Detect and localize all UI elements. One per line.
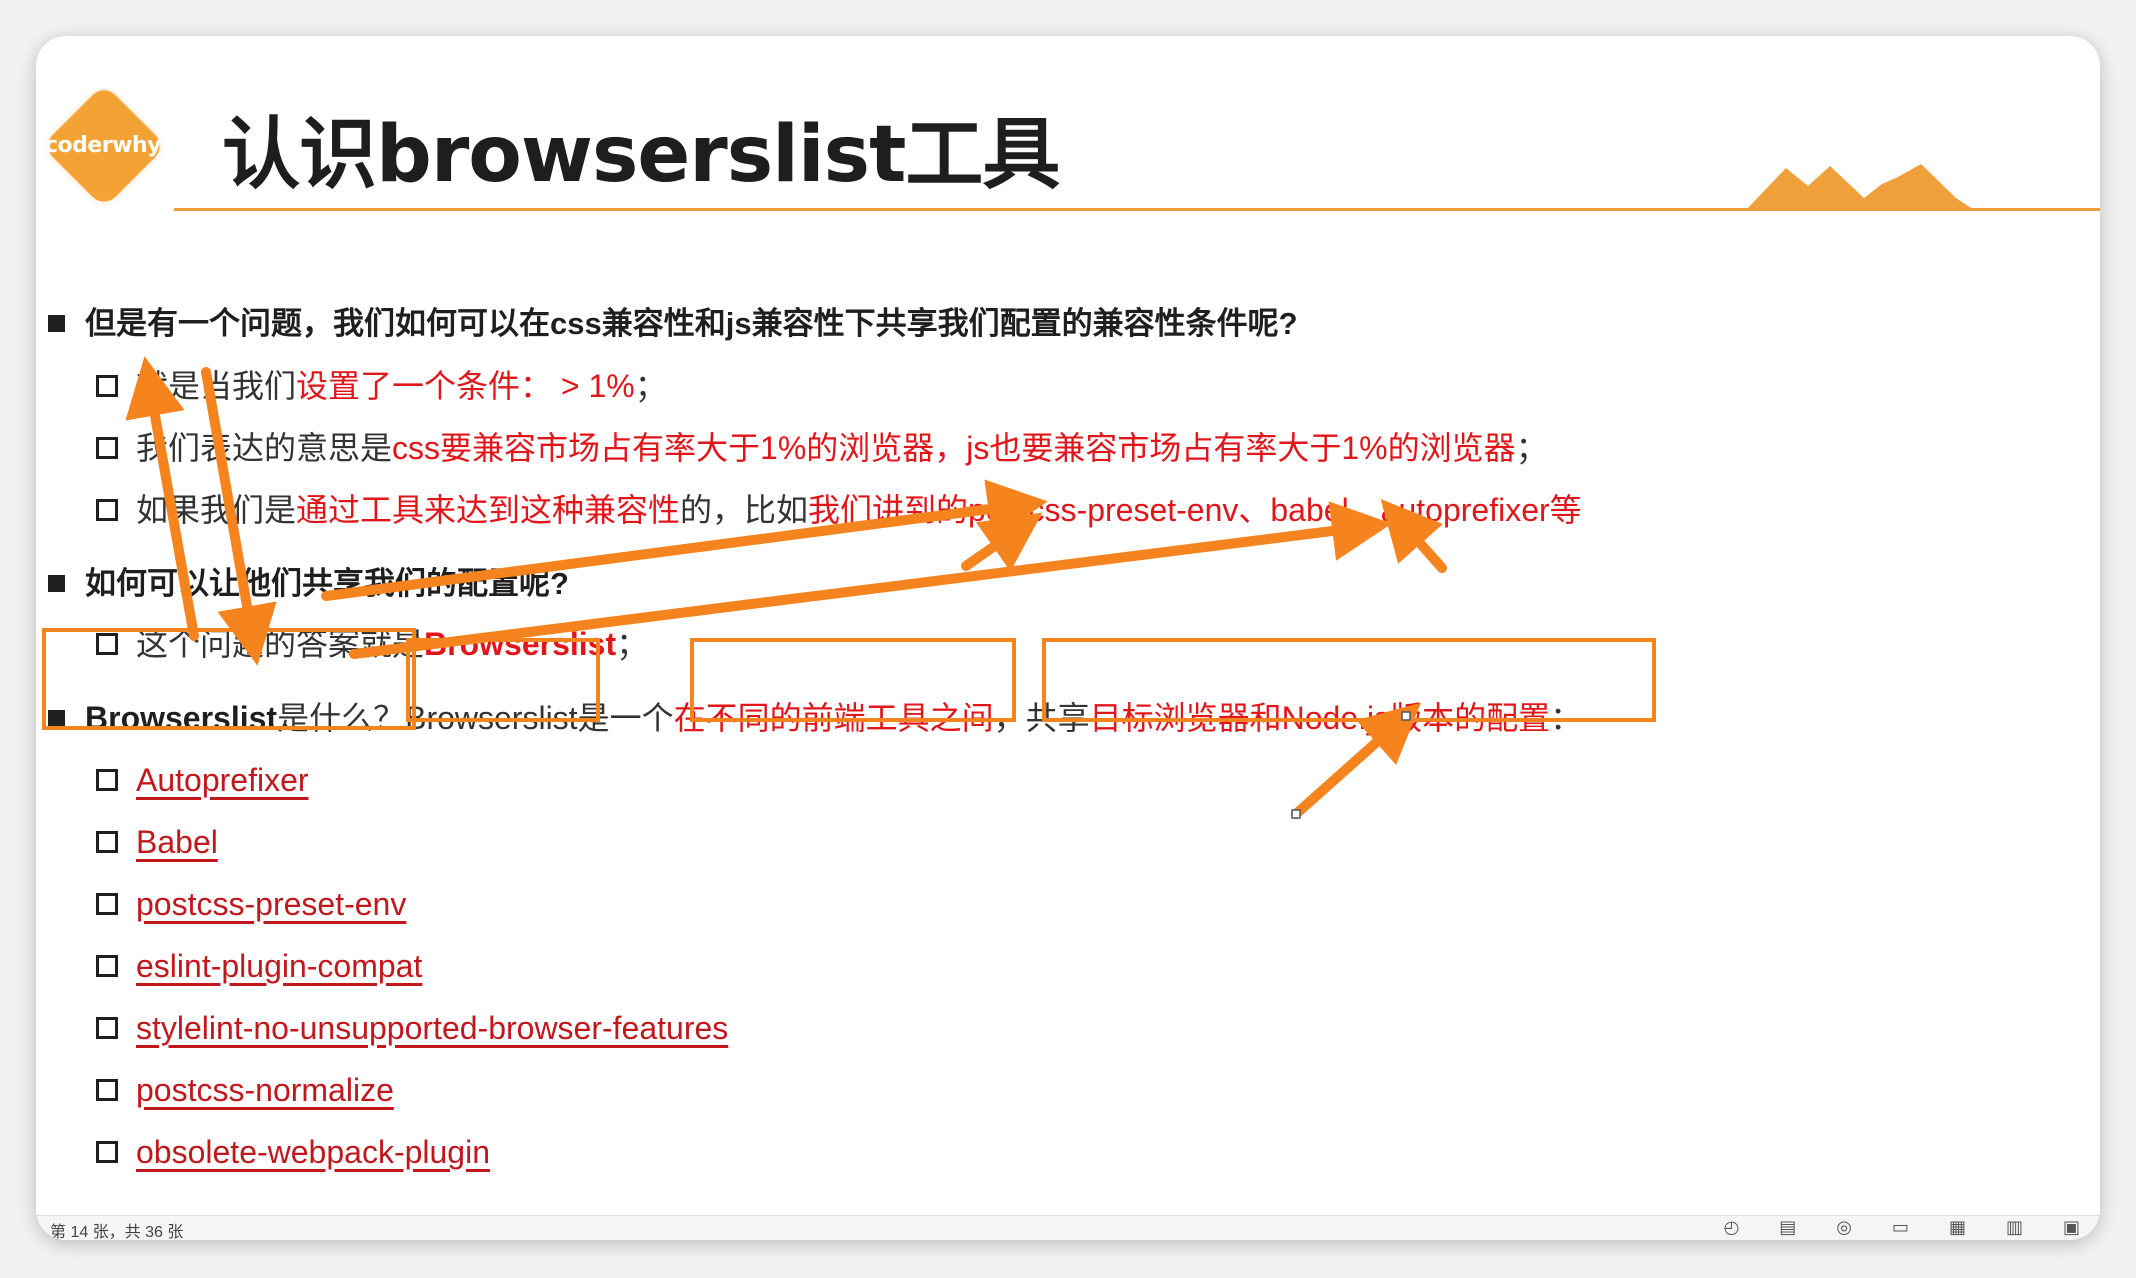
bullet-question: 如何可以让他们共享我们的配置呢? — [48, 564, 569, 604]
presentation-window: coderwhy 认识browserslist工具 但是有一个问题，我们如何可以… — [36, 36, 2100, 1240]
tool-item: stylelint-no-unsupported-browser-feature… — [96, 1008, 728, 1048]
bullet-text: 但是有一个问题，我们如何可以在css兼容性和js兼容性下共享我们配置的兼容性条件… — [85, 306, 1298, 341]
red-text: 我们讲到的postcss-preset-env、babel、autoprefix… — [808, 492, 1582, 528]
text: 是什么？ — [277, 700, 406, 736]
hollow-bullet-icon — [96, 831, 118, 853]
sub-bullet: 就是当我们设置了一个条件： > 1%； — [96, 366, 667, 406]
text: 这个问题的答案就是 — [136, 626, 425, 662]
accessibility-icon[interactable]: ◎ — [1836, 1217, 1852, 1238]
tool-link[interactable]: eslint-plugin-compat — [136, 948, 422, 984]
square-bullet-icon — [48, 575, 65, 592]
status-bar: 第 14 张，共 36 张 ◴ ▤ ◎ ▭ ▦ ▥ ▣ — [36, 1215, 2100, 1240]
text: 的，比如 — [680, 492, 809, 528]
hollow-bullet-icon — [96, 375, 118, 397]
sub-bullet: 如果我们是通过工具来达到这种兼容性的，比如我们讲到的postcss-preset… — [96, 490, 1582, 530]
red-text: 在不同的前端工具之间 — [673, 700, 994, 736]
hollow-bullet-icon — [96, 769, 118, 791]
text: ： — [1550, 700, 1583, 736]
text: ； — [634, 368, 667, 404]
bullet-what-is: Browserslist是什么？Browserslist是一个在不同的前端工具之… — [48, 698, 1582, 738]
text: 是一个 — [577, 700, 674, 736]
hollow-bullet-icon — [96, 1017, 118, 1039]
tool-item: Babel — [96, 822, 218, 862]
tool-item: Autoprefixer — [96, 760, 309, 800]
hollow-bullet-icon — [96, 955, 118, 977]
tool-link[interactable]: Babel — [136, 824, 218, 860]
hollow-bullet-icon — [96, 499, 118, 521]
notes-icon[interactable]: ◴ — [1723, 1217, 1739, 1238]
slide-title: 认识browserslist工具 — [222, 110, 1060, 200]
text: ； — [616, 626, 649, 662]
slide-sorter-icon[interactable]: ▦ — [1949, 1217, 1966, 1238]
text: Browserslist — [405, 700, 578, 736]
tool-link[interactable]: postcss-preset-env — [136, 886, 406, 922]
tool-link[interactable]: postcss-normalize — [136, 1072, 394, 1108]
hollow-bullet-icon — [96, 1141, 118, 1163]
hollow-bullet-icon — [96, 1079, 118, 1101]
bold-text: Browserslist — [85, 700, 278, 736]
slide-counter: 第 14 张，共 36 张 — [50, 1224, 184, 1240]
comments-icon[interactable]: ▤ — [1779, 1217, 1796, 1238]
tool-item: obsolete-webpack-plugin — [96, 1132, 490, 1172]
hollow-bullet-icon — [96, 633, 118, 655]
normal-view-icon[interactable]: ▭ — [1892, 1217, 1909, 1238]
text: 我们表达的意思是 — [136, 430, 393, 466]
logo-text: coderwhy — [44, 132, 162, 158]
hollow-bullet-icon — [96, 893, 118, 915]
square-bullet-icon — [48, 315, 65, 332]
mountain-decoration — [1746, 164, 1974, 210]
view-controls: ◴ ▤ ◎ ▭ ▦ ▥ ▣ — [1723, 1217, 2080, 1238]
tool-item: postcss-normalize — [96, 1070, 394, 1110]
red-text: 目标浏览器和Node.js版本的配置 — [1089, 700, 1551, 736]
bullet-text: 如何可以让他们共享我们的配置呢? — [85, 566, 569, 601]
tool-item: eslint-plugin-compat — [96, 946, 422, 986]
text: 就是当我们 — [136, 368, 297, 404]
hollow-bullet-icon — [96, 437, 118, 459]
red-text: 通过工具来达到这种兼容性 — [296, 492, 681, 528]
coderwhy-logo: coderwhy — [38, 80, 168, 210]
sub-bullet: 这个问题的答案就是Browserslist； — [96, 624, 648, 664]
tool-item: postcss-preset-env — [96, 884, 406, 924]
red-text: css要兼容市场占有率大于1%的浏览器，js也要兼容市场占有率大于1%的浏览器 — [392, 430, 1516, 466]
title-underline — [174, 208, 2100, 211]
square-bullet-icon — [48, 710, 65, 727]
sub-bullet: 我们表达的意思是css要兼容市场占有率大于1%的浏览器，js也要兼容市场占有率大… — [96, 428, 1548, 468]
tool-link[interactable]: stylelint-no-unsupported-browser-feature… — [136, 1010, 728, 1046]
highlight-text: Browserslist — [424, 626, 617, 662]
reading-view-icon[interactable]: ▥ — [2006, 1217, 2023, 1238]
text: ，共享 — [993, 700, 1090, 736]
red-text: 设置了一个条件： > 1% — [296, 368, 635, 404]
slide: coderwhy 认识browserslist工具 但是有一个问题，我们如何可以… — [36, 36, 2100, 1216]
bullet-question: 但是有一个问题，我们如何可以在css兼容性和js兼容性下共享我们配置的兼容性条件… — [48, 304, 1298, 344]
text: 如果我们是 — [136, 492, 297, 528]
tool-link[interactable]: Autoprefixer — [136, 762, 309, 798]
slideshow-icon[interactable]: ▣ — [2063, 1217, 2080, 1238]
tool-link[interactable]: obsolete-webpack-plugin — [136, 1134, 490, 1170]
text: ； — [1515, 430, 1548, 466]
